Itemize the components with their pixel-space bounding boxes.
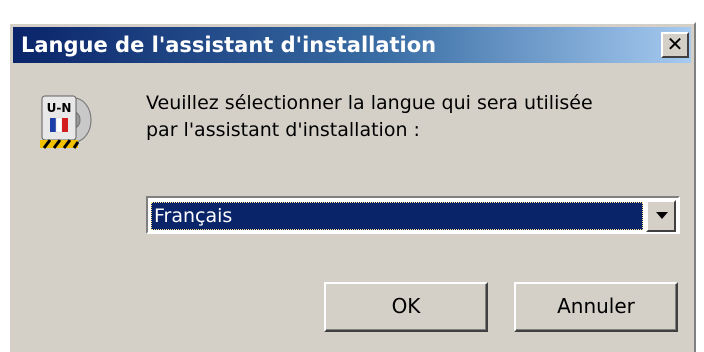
language-select[interactable]: Français xyxy=(146,196,680,234)
close-icon: ✕ xyxy=(666,32,684,56)
chevron-down-icon xyxy=(656,212,668,219)
language-select-arrow-button[interactable] xyxy=(646,200,676,232)
language-dialog: Langue de l'assistant d'installation ✕ U… xyxy=(8,22,696,352)
window-title: Langue de l'assistant d'installation xyxy=(21,33,437,57)
close-button[interactable]: ✕ xyxy=(661,32,689,58)
ok-button[interactable]: OK xyxy=(324,282,488,332)
cancel-button[interactable]: Annuler xyxy=(514,282,678,332)
prompt-text: Veuillez sélectionner la langue qui sera… xyxy=(146,90,686,144)
prompt-line-2: par l'assistant d'installation : xyxy=(146,119,420,141)
title-bar[interactable]: Langue de l'assistant d'installation ✕ xyxy=(13,27,691,63)
language-select-value[interactable]: Français xyxy=(151,202,643,230)
prompt-line-1: Veuillez sélectionner la langue qui sera… xyxy=(146,92,593,114)
language-select-field[interactable]: Français xyxy=(149,199,677,232)
installer-icon-label: U-N xyxy=(47,101,72,115)
installer-icon: U-N xyxy=(40,95,92,149)
